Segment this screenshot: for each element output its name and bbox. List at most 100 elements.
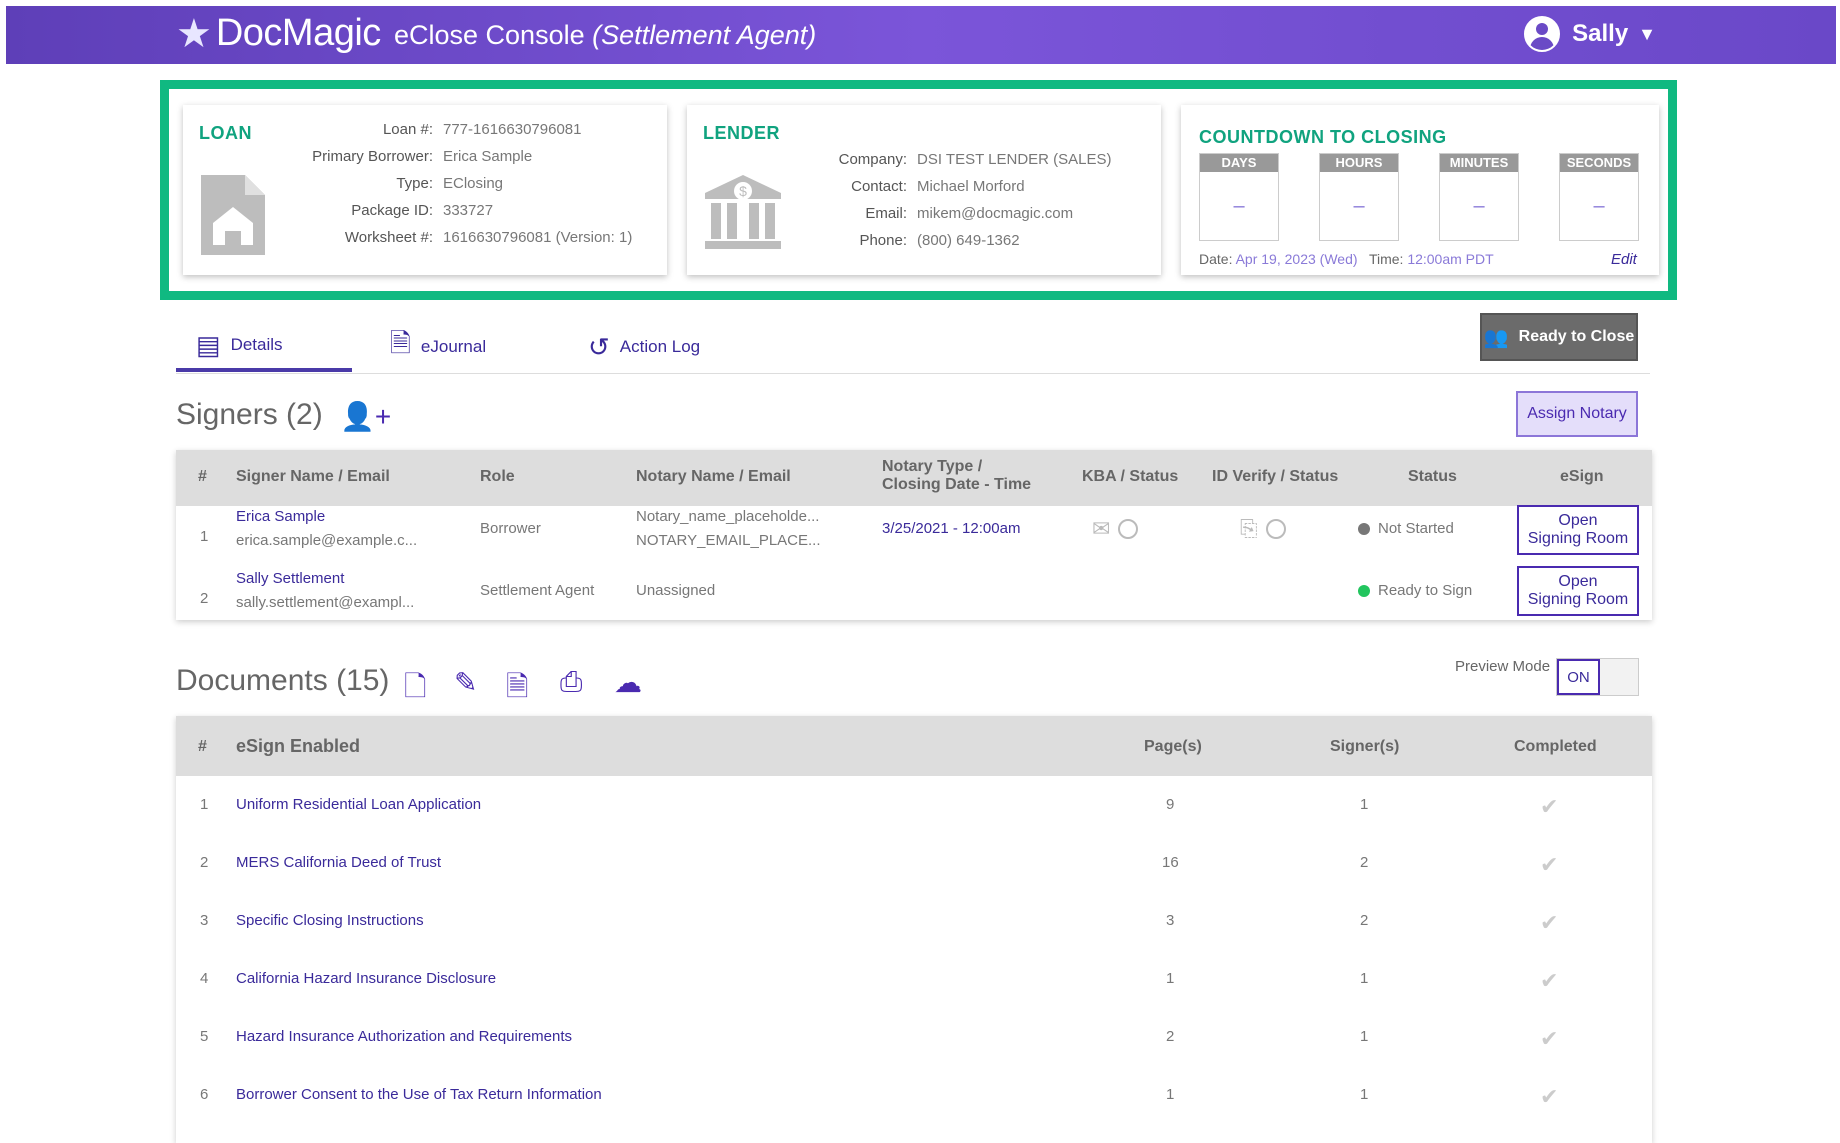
minutes-box: MINUTES – xyxy=(1439,153,1519,241)
document-name[interactable]: California Hazard Insurance Disclosure xyxy=(236,970,496,987)
document-num: 1 xyxy=(200,796,209,813)
user-menu[interactable]: Sally ▼ xyxy=(1524,16,1656,52)
lender-title: LENDER xyxy=(703,123,781,143)
document-name[interactable]: Specific Closing Instructions xyxy=(236,912,424,929)
edit-link[interactable]: Edit xyxy=(1611,251,1637,268)
document-name[interactable]: Borrower Consent to the Use of Tax Retur… xyxy=(236,1086,602,1103)
signer-status-text: Not Started xyxy=(1378,520,1454,537)
signing-room-label: Signing Room xyxy=(1527,591,1629,608)
docmagic-logo[interactable]: ★ DocMagic xyxy=(176,12,381,55)
col-id-verify: ID Verify / Status xyxy=(1212,468,1339,485)
days-box: DAYS – xyxy=(1199,153,1279,241)
document-signers: 1 xyxy=(1360,796,1369,813)
countdown-card: COUNTDOWN TO CLOSING DAYS – HOURS – MINU… xyxy=(1181,105,1659,275)
col-signers: Signer(s) xyxy=(1330,738,1400,755)
seconds-value: – xyxy=(1593,195,1605,217)
worksheet-value: 1616630796081 (Version: 1) xyxy=(443,229,633,246)
open-signing-room-button[interactable]: Open Signing Room xyxy=(1517,566,1639,616)
signer-status-text: Ready to Sign xyxy=(1378,582,1473,599)
check-icon: ✔ xyxy=(1540,1084,1559,1109)
tab-action-log[interactable]: ↺ Action Log xyxy=(588,322,700,372)
notary-name: Unassigned xyxy=(636,582,716,599)
ready-to-close-button[interactable]: 👥 Ready to Close xyxy=(1480,313,1638,361)
col-num: # xyxy=(198,738,207,755)
preview-mode-label: Preview Mode xyxy=(1455,658,1551,675)
tab-details[interactable]: ▤ Details xyxy=(176,322,352,372)
signer-num: 2 xyxy=(200,590,209,607)
check-icon: ✔ xyxy=(1540,794,1559,819)
add-document-icon[interactable]: 🗋 xyxy=(404,666,427,714)
pdf-icon[interactable]: 🗎 xyxy=(506,666,529,714)
time-value: 12:00am PDT xyxy=(1407,251,1494,267)
type-label: Type: xyxy=(396,175,433,192)
add-signer-icon[interactable]: 👤+ xyxy=(340,400,391,433)
notary-name: Notary_name_placeholde... xyxy=(636,508,820,525)
console-title-text: eClose Console xyxy=(394,20,585,50)
loan-title: LOAN xyxy=(199,123,252,143)
document-name[interactable]: Uniform Residential Loan Application xyxy=(236,796,481,813)
open-signing-room-button[interactable]: Open Signing Room xyxy=(1517,505,1639,555)
check-icon: ✔ xyxy=(1540,968,1559,993)
check-icon: ✔ xyxy=(1540,910,1559,935)
preview-mode-toggle[interactable]: ON xyxy=(1556,658,1639,696)
document-signers: 2 xyxy=(1360,854,1369,871)
days-label: DAYS xyxy=(1200,154,1278,172)
seconds-box: SECONDS – xyxy=(1559,153,1639,241)
email-value: mikem@docmagic.com xyxy=(917,205,1074,222)
closing-datetime: Date: Apr 19, 2023 (Wed) Time: 12:00am P… xyxy=(1199,251,1494,267)
id-verify-ring-icon xyxy=(1265,519,1286,539)
notary-email: NOTARY_EMAIL_PLACE... xyxy=(636,532,821,549)
package-id-label: Package ID: xyxy=(351,202,433,219)
col-esign: eSign xyxy=(1560,468,1604,485)
print-icon[interactable]: ⎙ xyxy=(560,666,582,699)
group-icon: 👥 xyxy=(1483,326,1509,349)
document-pages: 2 xyxy=(1166,1028,1175,1045)
loan-fields: Loan #: 777-1616630796081 Primary Borrowe… xyxy=(303,121,683,246)
document-signers: 1 xyxy=(1360,1086,1369,1103)
toggle-on-label: ON xyxy=(1557,659,1600,695)
bank-icon: $ xyxy=(705,175,781,249)
lender-card: LENDER $ Company: DSI TEST LENDER (SALES)… xyxy=(687,105,1161,275)
cloud-upload-icon[interactable]: ☁ xyxy=(614,666,642,699)
col-num: # xyxy=(198,468,207,485)
document-name[interactable]: MERS California Deed of Trust xyxy=(236,854,441,871)
document-num: 4 xyxy=(200,970,209,987)
envelope-send-icon: ✉ xyxy=(1092,516,1111,541)
tab-details-label: Details xyxy=(230,335,283,354)
document-num: 2 xyxy=(200,854,209,871)
logo-text: DocMagic xyxy=(215,12,381,54)
primary-borrower-label: Primary Borrower: xyxy=(312,148,433,165)
signer-role: Settlement Agent xyxy=(480,582,595,599)
col-status: Status xyxy=(1408,468,1457,485)
signer-email: erica.sample@example.c... xyxy=(236,532,418,549)
document-pages: 9 xyxy=(1166,796,1175,813)
hours-box: HOURS – xyxy=(1319,153,1399,241)
document-pages: 16 xyxy=(1162,854,1179,871)
open-label: Open xyxy=(1558,512,1598,529)
home-document-icon xyxy=(201,175,265,255)
tab-ejournal[interactable]: 🗎 eJournal xyxy=(390,322,486,372)
phone-value: (800) 649-1362 xyxy=(917,232,1020,249)
signer-num: 1 xyxy=(200,528,209,545)
signer-status: Not Started xyxy=(1358,520,1454,537)
history-icon: ↺ xyxy=(588,331,610,362)
svg-text:$: $ xyxy=(739,183,747,199)
hours-value: – xyxy=(1353,195,1365,217)
col-closing-date: Closing Date - Time xyxy=(882,476,1032,493)
minutes-value: – xyxy=(1473,195,1485,217)
seconds-label: SECONDS xyxy=(1560,154,1638,172)
open-label: Open xyxy=(1558,573,1598,590)
signer-name[interactable]: Sally Settlement xyxy=(236,570,344,587)
documents-title: Documents (15) xyxy=(176,664,390,697)
console-role: (Settlement Agent) xyxy=(592,20,817,50)
summary-panel: LOAN Loan #: 777-1616630796081 Primary Bo… xyxy=(160,80,1677,300)
document-signers: 1 xyxy=(1360,1028,1369,1045)
edit-pencil-icon[interactable]: ✎ xyxy=(454,666,477,699)
minutes-label: MINUTES xyxy=(1440,154,1518,172)
id-card-icon: ▤ xyxy=(196,329,221,360)
assign-notary-button[interactable]: Assign Notary xyxy=(1516,391,1638,437)
star-logo-icon: ★ xyxy=(176,11,212,56)
document-pages: 1 xyxy=(1166,970,1175,987)
signer-name[interactable]: Erica Sample xyxy=(236,508,325,525)
document-name[interactable]: Hazard Insurance Authorization and Requi… xyxy=(236,1028,572,1045)
